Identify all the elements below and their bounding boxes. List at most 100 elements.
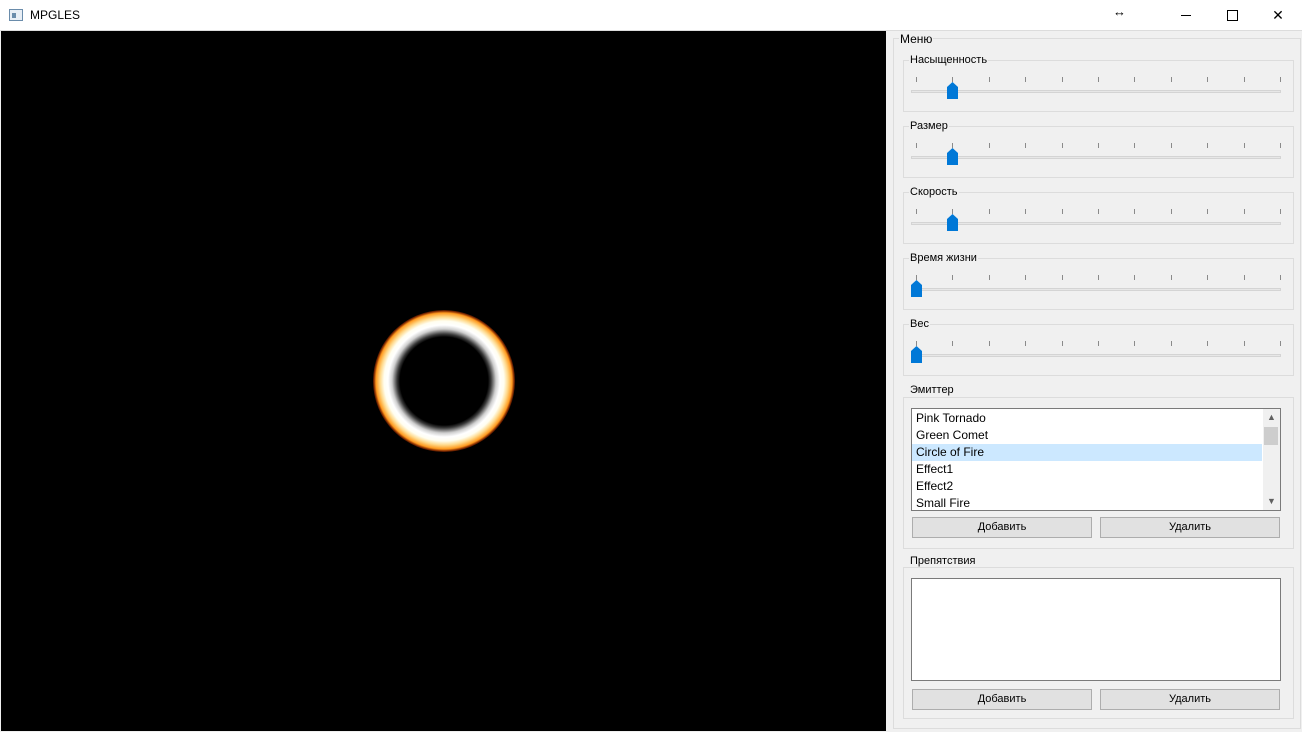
- slider-tick: [1207, 143, 1209, 148]
- slider-tick: [988, 275, 990, 280]
- speed-label: Скорость: [909, 186, 959, 198]
- add-emitter-button[interactable]: Добавить: [912, 517, 1092, 538]
- list-item[interactable]: Green Comet: [912, 427, 1262, 444]
- slider-tick: [1170, 341, 1172, 346]
- obstacles-list[interactable]: [911, 578, 1281, 681]
- slider-tick: [916, 143, 917, 148]
- close-button[interactable]: ✕: [1255, 0, 1301, 31]
- maximize-button[interactable]: [1209, 0, 1255, 31]
- app-icon: [9, 9, 23, 21]
- side-panel: Меню Насыщенность Размер Скорость Время жиз…: [887, 31, 1302, 732]
- slider-tick: [1061, 77, 1063, 82]
- saturation-slider[interactable]: [911, 77, 1281, 107]
- scroll-up-icon[interactable]: ▲: [1263, 409, 1280, 426]
- slider-tick: [1170, 275, 1172, 280]
- slider-tick: [1207, 77, 1209, 82]
- slider-tick: [1134, 341, 1136, 346]
- slider-tick: [1061, 209, 1063, 214]
- slider-track[interactable]: [911, 156, 1281, 159]
- slider-tick: [1061, 341, 1063, 346]
- slider-tick: [1280, 77, 1281, 82]
- size-label: Размер: [909, 120, 949, 132]
- saturation-label: Насыщенность: [909, 54, 989, 66]
- slider-tick: [1243, 275, 1245, 280]
- slider-tick: [1098, 143, 1099, 148]
- slider-tick: [1280, 209, 1281, 214]
- slider-tick: [1170, 143, 1172, 148]
- slider-thumb[interactable]: [947, 214, 958, 231]
- window-title: MPGLES: [30, 8, 81, 22]
- emitter-group-title: Эмиттер: [909, 384, 955, 396]
- list-item[interactable]: Effect2: [912, 478, 1262, 495]
- obstacles-group-title: Препятствия: [909, 555, 977, 567]
- list-item[interactable]: Small Fire: [912, 495, 1262, 510]
- slider-ticks: [911, 143, 1281, 151]
- slider-tick: [1207, 341, 1209, 346]
- resize-cursor-icon: ↔: [1113, 4, 1126, 19]
- slider-ticks: [911, 77, 1281, 85]
- slider-tick: [952, 341, 954, 346]
- slider-tick: [988, 209, 990, 214]
- add-obstacle-button[interactable]: Добавить: [912, 689, 1092, 710]
- speed-slider[interactable]: [911, 209, 1281, 239]
- slider-thumb[interactable]: [911, 346, 922, 363]
- menu-title: Меню: [899, 32, 934, 46]
- slider-tick: [1280, 143, 1281, 148]
- slider-tick: [1243, 209, 1245, 214]
- slider-track[interactable]: [911, 90, 1281, 93]
- slider-thumb[interactable]: [947, 82, 958, 99]
- slider-tick: [988, 341, 990, 346]
- lifetime-label: Время жизни: [909, 252, 978, 264]
- slider-tick: [1280, 341, 1281, 346]
- slider-tick: [1025, 341, 1027, 346]
- slider-tick: [952, 275, 954, 280]
- slider-track[interactable]: [911, 288, 1281, 291]
- list-item[interactable]: Pink Tornado: [912, 410, 1262, 427]
- slider-tick: [1098, 77, 1099, 82]
- slider-tick: [1243, 143, 1245, 148]
- slider-tick: [1243, 77, 1245, 82]
- list-item[interactable]: Effect1: [912, 461, 1262, 478]
- slider-tick: [1061, 143, 1063, 148]
- minimize-icon: [1181, 15, 1191, 16]
- render-viewport[interactable]: [1, 31, 886, 731]
- slider-tick: [1098, 275, 1099, 280]
- slider-tick: [1170, 77, 1172, 82]
- list-item[interactable]: Circle of Fire: [912, 444, 1262, 461]
- remove-emitter-button[interactable]: Удалить: [1100, 517, 1280, 538]
- slider-tick: [1098, 341, 1099, 346]
- slider-track[interactable]: [911, 222, 1281, 225]
- slider-tick: [1170, 209, 1172, 214]
- slider-thumb[interactable]: [911, 280, 922, 297]
- title-bar: MPGLES ↔ ✕: [0, 0, 1302, 31]
- slider-tick: [1280, 275, 1281, 280]
- slider-tick: [988, 143, 990, 148]
- lifetime-slider[interactable]: [911, 275, 1281, 305]
- slider-tick: [1134, 209, 1136, 214]
- slider-tick: [1098, 209, 1099, 214]
- slider-ticks: [911, 209, 1281, 217]
- slider-tick: [916, 77, 917, 82]
- slider-tick: [1025, 77, 1027, 82]
- slider-tick: [1243, 341, 1245, 346]
- slider-tick: [1207, 209, 1209, 214]
- weight-label: Вес: [909, 318, 930, 330]
- slider-thumb[interactable]: [947, 148, 958, 165]
- slider-track[interactable]: [911, 354, 1281, 357]
- size-slider[interactable]: [911, 143, 1281, 173]
- emitter-list-scrollbar[interactable]: ▲ ▼: [1263, 409, 1280, 510]
- remove-obstacle-button[interactable]: Удалить: [1100, 689, 1280, 710]
- slider-tick: [1134, 77, 1136, 82]
- slider-tick: [1207, 275, 1209, 280]
- slider-tick: [988, 77, 990, 82]
- slider-tick: [1025, 275, 1027, 280]
- scroll-thumb[interactable]: [1264, 427, 1278, 445]
- slider-ticks: [911, 275, 1281, 283]
- minimize-button[interactable]: [1163, 0, 1209, 31]
- emitter-list[interactable]: Pink Tornado Green Comet Circle of Fire Eff…: [911, 408, 1281, 511]
- slider-tick: [1061, 275, 1063, 280]
- scroll-down-icon[interactable]: ▼: [1263, 493, 1280, 510]
- slider-tick: [916, 209, 917, 214]
- weight-slider[interactable]: [911, 341, 1281, 371]
- maximize-icon: [1226, 10, 1238, 21]
